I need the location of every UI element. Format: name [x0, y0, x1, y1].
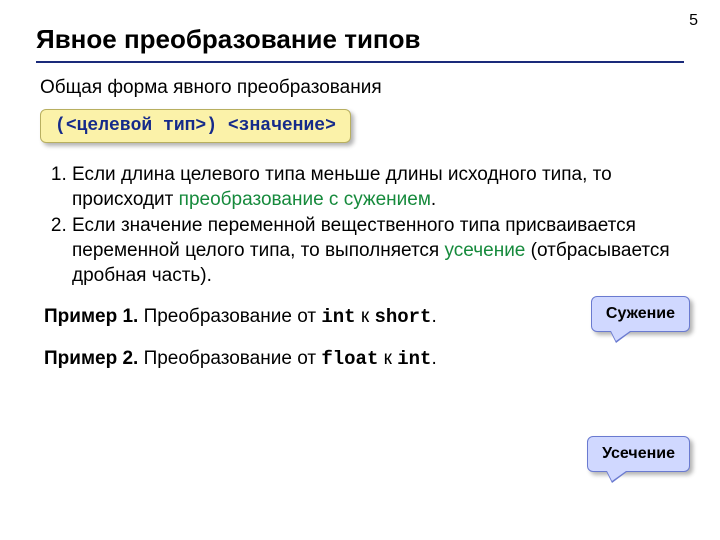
page-number: 5	[689, 12, 698, 30]
page-title: Явное преобразование типов	[36, 24, 684, 63]
intro-text: Общая форма явного преобразования	[40, 77, 684, 99]
example-text: Преобразование от	[138, 306, 321, 327]
rule-text: .	[431, 189, 436, 210]
callout-label: Сужение	[606, 305, 675, 322]
example-text: Преобразование от	[138, 348, 321, 369]
syntax-lparen: (	[55, 116, 66, 136]
callout-truncation: Усечение	[587, 436, 690, 472]
rule-highlight: преобразование с сужением	[179, 189, 431, 210]
rule-highlight: усечение	[445, 240, 526, 261]
example-1: Пример 1. Преобразование от int к short.	[44, 306, 684, 328]
type-literal: float	[321, 348, 378, 370]
example-text: к	[356, 306, 375, 327]
example-2: Пример 2. Преобразование от float к int.	[44, 348, 684, 370]
callout-narrowing: Сужение	[591, 296, 690, 332]
rule-item: Если значение переменной вещественного т…	[72, 214, 684, 288]
syntax-value: <значение>	[228, 116, 336, 136]
callout-tail-icon	[611, 331, 630, 341]
example-text: .	[431, 306, 436, 327]
syntax-rparen: )	[206, 116, 228, 136]
rules-list: Если длина целевого типа меньше длины ис…	[36, 163, 684, 288]
syntax-target-type: <целевой тип>	[66, 116, 206, 136]
type-literal: int	[321, 306, 355, 328]
syntax-box: (<целевой тип>) <значение>	[40, 109, 351, 143]
type-literal: short	[374, 306, 431, 328]
callout-tail-icon	[607, 471, 626, 481]
callout-label: Усечение	[602, 445, 675, 462]
example-label: Пример 2.	[44, 348, 138, 369]
type-literal: int	[397, 348, 431, 370]
example-text: к	[378, 348, 397, 369]
examples-block: Пример 1. Преобразование от int к short.…	[44, 306, 684, 370]
example-label: Пример 1.	[44, 306, 138, 327]
example-text: .	[431, 348, 436, 369]
rule-item: Если длина целевого типа меньше длины ис…	[72, 163, 684, 212]
